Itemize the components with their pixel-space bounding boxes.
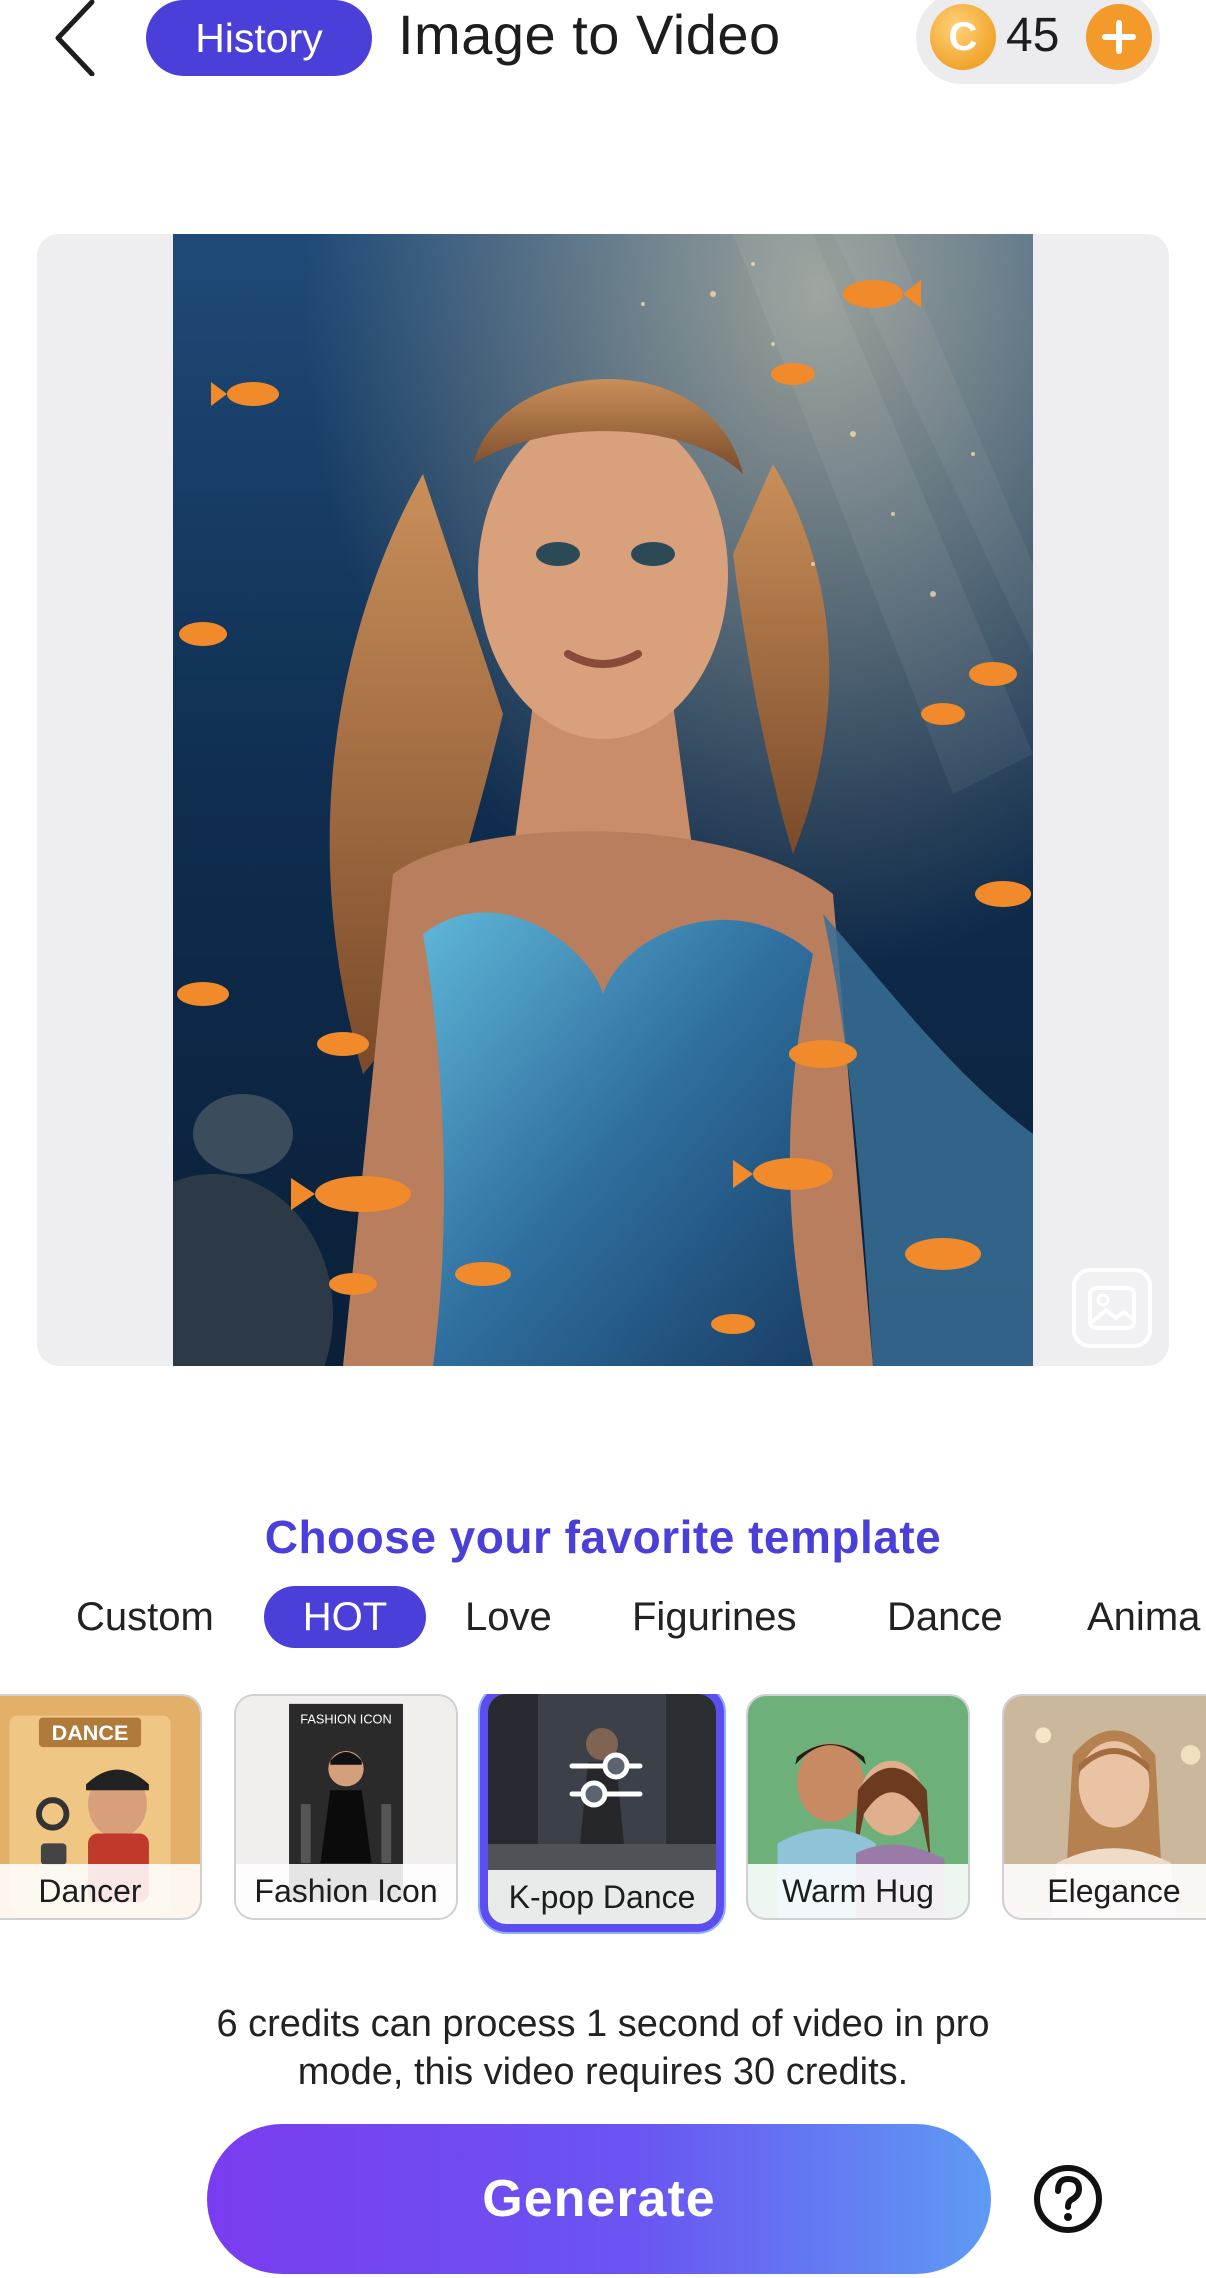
help-button[interactable] xyxy=(1032,2163,1104,2235)
template-carousel: DANCE Dancer FASHION ICON Fashion Icon K… xyxy=(0,1694,1206,1936)
tab-dance[interactable]: Dance xyxy=(887,1586,1003,1648)
page-title: Image to Video xyxy=(398,3,781,66)
sliders-icon xyxy=(569,1752,643,1808)
section-title: Choose your favorite template xyxy=(264,1511,942,1563)
coin-icon: C xyxy=(930,4,996,70)
category-tabs: Custom HOT Love Figurines Dance Anima xyxy=(0,1586,1206,1650)
add-credits-button[interactable] xyxy=(1086,4,1152,70)
credits-info-line1: 6 credits can process 1 second of video … xyxy=(216,2003,990,2045)
credit-count: 45 xyxy=(1006,9,1060,62)
tab-figurines[interactable]: Figurines xyxy=(632,1586,797,1648)
template-kpop-dance[interactable]: K-pop Dance xyxy=(480,1694,724,1932)
plus-icon xyxy=(1102,20,1136,54)
image-preview[interactable] xyxy=(37,234,1169,1366)
credits-info: 6 credits can process 1 second of video … xyxy=(100,2000,1106,2096)
tab-love[interactable]: Love xyxy=(465,1586,552,1648)
template-label: Elegance xyxy=(1004,1864,1206,1918)
history-button[interactable]: History xyxy=(146,0,372,76)
generate-label: Generate xyxy=(482,2170,716,2228)
tab-hot[interactable]: HOT xyxy=(264,1586,426,1648)
uploaded-photo xyxy=(173,234,1033,1366)
template-warm-hug[interactable]: Warm Hug xyxy=(746,1694,970,1920)
tab-custom[interactable]: Custom xyxy=(76,1586,214,1648)
template-dancer[interactable]: DANCE Dancer xyxy=(0,1694,202,1920)
chevron-left-icon xyxy=(55,0,95,76)
credits-info-line2: mode, this video requires 30 credits. xyxy=(297,2051,909,2093)
svg-text:DANCE: DANCE xyxy=(52,1720,129,1745)
svg-text:FASHION ICON: FASHION ICON xyxy=(300,1712,391,1727)
tab-anima[interactable]: Anima xyxy=(1087,1586,1200,1648)
image-icon xyxy=(1088,1286,1136,1330)
template-elegance[interactable]: Elegance xyxy=(1002,1694,1206,1920)
generate-button[interactable]: Generate xyxy=(207,2124,991,2274)
template-label: Dancer xyxy=(0,1864,200,1918)
top-bar: History Image to Video C 45 xyxy=(0,0,1206,90)
template-label: Warm Hug xyxy=(748,1864,968,1918)
template-label: K-pop Dance xyxy=(488,1870,716,1924)
history-label: History xyxy=(195,14,323,61)
template-label: Fashion Icon xyxy=(236,1864,456,1918)
back-button[interactable] xyxy=(44,0,104,76)
question-circle-icon xyxy=(1034,2165,1102,2233)
template-fashion-icon[interactable]: FASHION ICON Fashion Icon xyxy=(234,1694,458,1920)
change-photo-button[interactable] xyxy=(1072,1268,1152,1348)
